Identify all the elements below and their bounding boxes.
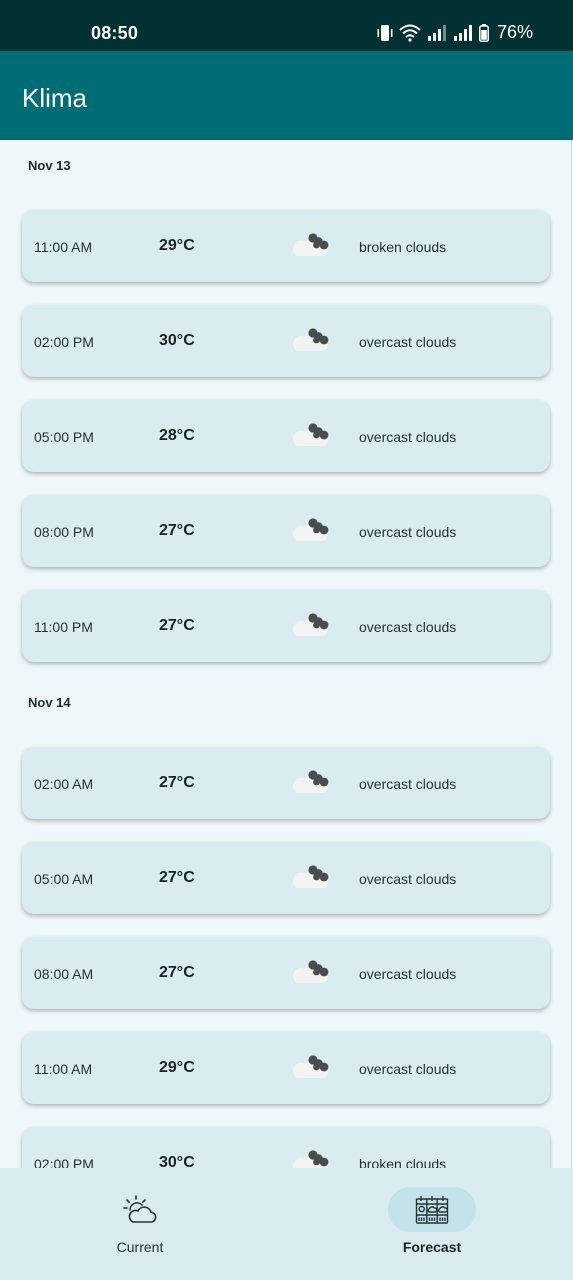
vibrate-icon (377, 24, 393, 41)
status-time: 08:50 (91, 23, 139, 43)
nav-forecast-label: Forecast (402, 1239, 462, 1255)
forecast-description: broken clouds (359, 239, 447, 255)
forecast-time: 05:00 AM (34, 871, 94, 887)
forecast-card[interactable]: 11:00 AM 29°C overcast clouds (22, 1032, 550, 1104)
forecast-description: overcast clouds (359, 429, 457, 445)
forecast-card[interactable]: 02:00 PM 30°C overcast clouds (22, 305, 550, 377)
forecast-temperature: 27°C (159, 869, 195, 886)
date-header: Nov 13 (28, 158, 71, 173)
forecast-card[interactable]: 08:00 AM 27°C overcast clouds (22, 937, 550, 1009)
forecast-description: broken clouds (359, 1156, 447, 1168)
forecast-time: 02:00 PM (34, 1156, 94, 1168)
forecast-time: 11:00 PM (34, 619, 93, 635)
scroll-edge (571, 140, 572, 1168)
forecast-temperature: 29°C (159, 1059, 195, 1076)
overcast-clouds-icon (293, 420, 333, 450)
wifi-icon (399, 24, 421, 42)
overcast-clouds-icon (293, 325, 333, 355)
status-bar: 08:50 76% (0, 0, 573, 51)
nav-current-label: Current (116, 1239, 164, 1255)
cell-signal-2-icon (453, 24, 472, 41)
forecast-card[interactable]: 02:00 PM 30°C broken clouds (22, 1127, 550, 1168)
forecast-card[interactable]: 11:00 AM 29°C broken clouds (22, 210, 550, 282)
overcast-clouds-icon (293, 767, 333, 797)
forecast-calendar-icon (415, 1196, 449, 1224)
forecast-temperature: 27°C (159, 617, 195, 634)
forecast-description: overcast clouds (359, 524, 457, 540)
forecast-card[interactable]: 05:00 AM 27°C overcast clouds (22, 842, 550, 914)
forecast-card[interactable]: 08:00 PM 27°C overcast clouds (22, 495, 550, 567)
forecast-temperature: 27°C (159, 774, 195, 791)
forecast-temperature: 30°C (159, 332, 195, 349)
battery-percentage: 76% (496, 22, 533, 42)
date-header: Nov 14 (28, 695, 71, 710)
forecast-description: overcast clouds (359, 776, 457, 792)
forecast-list[interactable]: Nov 13 11:00 AM 29°C broken clouds 02:00 PM 3… (0, 140, 573, 1168)
app-bar: Klima (0, 51, 573, 140)
app-title: Klima (22, 83, 88, 113)
forecast-temperature: 28°C (159, 427, 195, 444)
forecast-time: 05:00 PM (34, 429, 94, 445)
forecast-time: 11:00 AM (34, 239, 93, 255)
forecast-card[interactable]: 05:00 PM 28°C overcast clouds (22, 400, 550, 472)
cell-signal-icon (427, 24, 446, 41)
overcast-clouds-icon (293, 1052, 333, 1082)
forecast-description: overcast clouds (359, 871, 457, 887)
forecast-card[interactable]: 11:00 PM 27°C overcast clouds (22, 590, 550, 662)
forecast-time: 02:00 AM (34, 776, 94, 792)
forecast-temperature: 27°C (159, 964, 195, 981)
forecast-temperature: 29°C (159, 237, 195, 254)
bottom-navigation: Current Forecast (0, 1168, 573, 1280)
forecast-description: overcast clouds (359, 619, 457, 635)
forecast-time: 08:00 AM (34, 966, 94, 982)
status-icons: 76% (377, 22, 533, 43)
forecast-time: 11:00 AM (34, 1061, 93, 1077)
forecast-temperature: 27°C (159, 522, 195, 539)
forecast-description: overcast clouds (359, 966, 457, 982)
forecast-description: overcast clouds (359, 1061, 457, 1077)
overcast-clouds-icon (293, 610, 333, 640)
broken-clouds-icon (293, 230, 333, 260)
forecast-card[interactable]: 02:00 AM 27°C overcast clouds (22, 747, 550, 819)
broken-clouds-icon (293, 1147, 333, 1168)
battery-icon (479, 23, 489, 42)
forecast-description: overcast clouds (359, 334, 457, 350)
partly-cloudy-icon (123, 1195, 157, 1223)
forecast-temperature: 30°C (159, 1154, 195, 1168)
nav-current[interactable]: Current (60, 1168, 220, 1280)
nav-forecast[interactable]: Forecast (352, 1168, 512, 1280)
overcast-clouds-icon (293, 515, 333, 545)
forecast-time: 02:00 PM (34, 334, 94, 350)
forecast-time: 08:00 PM (34, 524, 94, 540)
overcast-clouds-icon (293, 957, 333, 987)
overcast-clouds-icon (293, 862, 333, 892)
